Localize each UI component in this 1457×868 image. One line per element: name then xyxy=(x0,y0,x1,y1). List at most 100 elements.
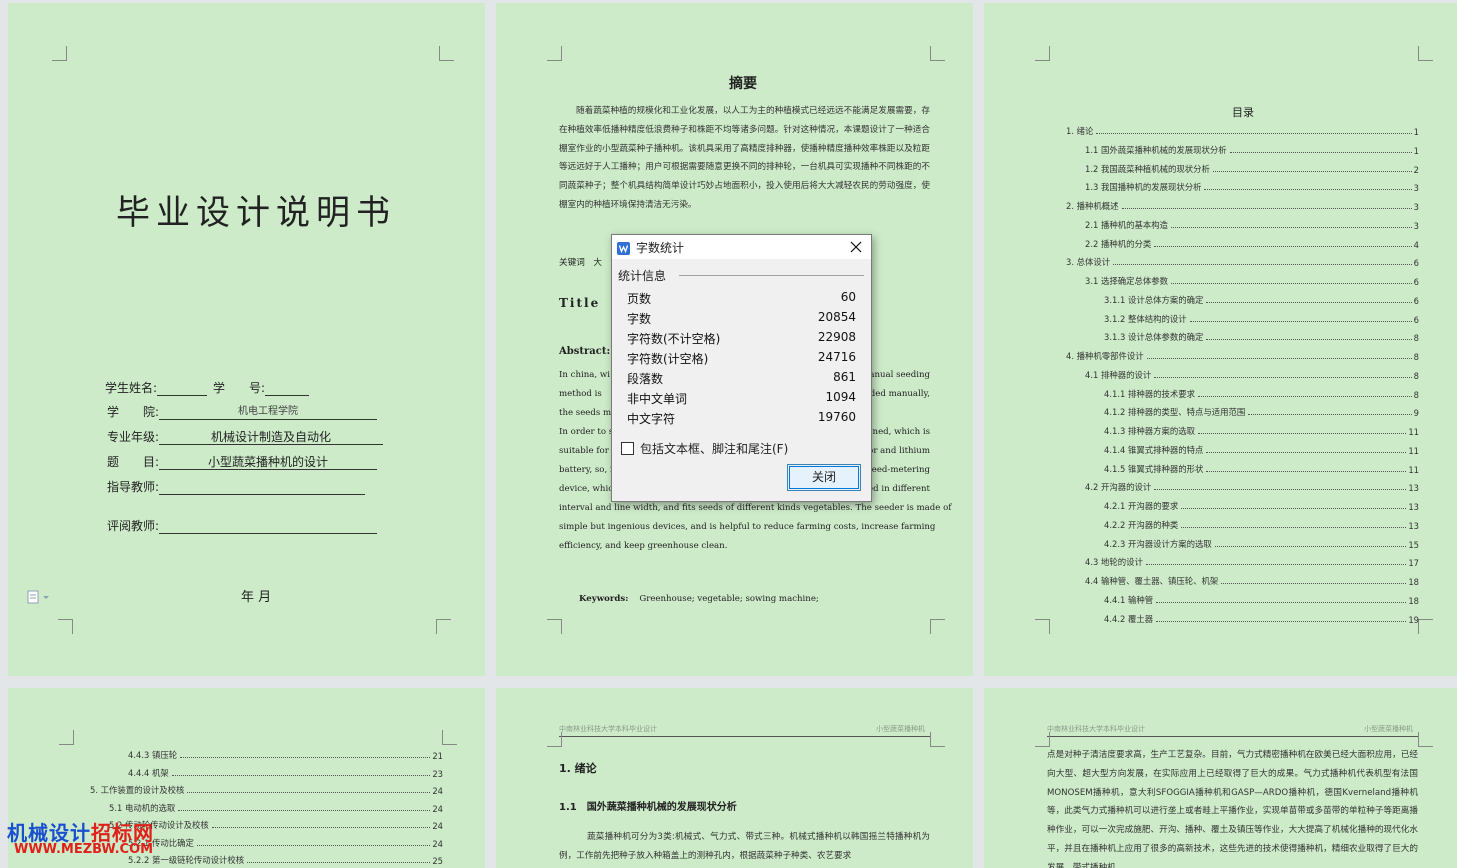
wps-writer-icon xyxy=(617,240,630,255)
toc-entry[interactable]: 4.1.4 锥翼式排种器的特点 11 xyxy=(1104,444,1419,456)
crop-mark xyxy=(436,619,451,634)
toc-entry[interactable]: 3.1.2 整体结构的设计 6 xyxy=(1104,313,1419,325)
toc-heading: 目录 xyxy=(1232,106,1254,119)
toc-entry-title: 4. 播种机零部件设计 xyxy=(1066,351,1144,361)
toc-entry[interactable]: 4.3 地轮的设计 17 xyxy=(1085,556,1419,568)
toc-leader-dots xyxy=(1189,320,1412,322)
crop-mark xyxy=(52,46,67,61)
toc-entry-title: 1.2 我国蔬菜种植机械的现状分析 xyxy=(1085,163,1210,174)
watermark-url: WWW.MEZBW.COM xyxy=(14,842,154,857)
toc-entry[interactable]: 1. 绪论 1 xyxy=(1066,125,1419,137)
abstract-en-line: method is xyxy=(559,389,602,399)
crop-mark xyxy=(547,732,562,747)
crop-mark xyxy=(442,730,457,745)
crop-mark xyxy=(930,732,945,747)
toc-leader-dots xyxy=(1156,601,1407,603)
page-toc: 目录 1. 绪论 1 1.1 国外蔬菜播种机械的发展现状分析 1 1.2 我国蔬菜种植机… xyxy=(984,3,1457,676)
toc-entry[interactable]: 4.2.1 开沟器的要求 13 xyxy=(1104,500,1419,512)
toc-entry[interactable]: 4.1.1 排种器的技术要求 8 xyxy=(1104,388,1419,400)
cover-date: 年 月 xyxy=(241,590,272,605)
toc-leader-dots xyxy=(178,809,431,811)
toc-entry-title: 3.1.3 设计总体参数的确定 xyxy=(1104,332,1204,343)
abstract-en-line: suitable for xyxy=(559,446,609,456)
toc-entry-page: 9 xyxy=(1413,408,1419,419)
include-textboxes-checkbox[interactable] xyxy=(621,442,634,455)
toc-entry-page: 13 xyxy=(1408,502,1419,512)
toc-entry[interactable]: 5. 工作装置的设计及校核 24 xyxy=(90,784,443,796)
toc-entry-title: 2.2 播种机的分类 xyxy=(1085,238,1152,249)
toc-leader-dots xyxy=(1154,376,1412,378)
toc-entry[interactable]: 5.2 传动轮传动设计及校核 24 xyxy=(109,819,443,831)
field-topic: 题 目: 小型蔬菜播种机的设计 xyxy=(107,453,378,470)
toc-entry[interactable]: 4.2.3 开沟器设计方案的选取 15 xyxy=(1104,538,1419,550)
toc-entry-page: 11 xyxy=(1408,427,1419,437)
running-header-left: 中南林业科技大学本科毕业设计 xyxy=(559,725,657,733)
crop-mark xyxy=(1418,732,1433,747)
toc-leader-dots xyxy=(1156,620,1407,622)
toc-entry[interactable]: 3. 总体设计 6 xyxy=(1066,256,1419,268)
abstract-en-line-right: ed in different xyxy=(868,484,930,494)
toc-entry[interactable]: 4.4.3 镇压轮 21 xyxy=(128,749,443,761)
toc-entry[interactable]: 3.1 选择确定总体参数 6 xyxy=(1085,275,1419,287)
toc-entry[interactable]: 4.4.4 机架 23 xyxy=(128,767,443,779)
toc-entry[interactable]: 4.1.5 锥翼式排种器的形状 11 xyxy=(1104,463,1419,475)
toc-entry[interactable]: 5.1 电动机的选取 24 xyxy=(109,802,443,814)
toc-leader-dots xyxy=(1206,470,1407,472)
abstract-en-line: battery, so, it xyxy=(559,465,617,475)
toc-entry-page: 15 xyxy=(1408,539,1419,550)
toc-entry[interactable]: 4.1.3 排种器方案的选取 11 xyxy=(1104,425,1419,437)
close-button[interactable]: 关闭 xyxy=(787,464,861,491)
toc-entry-title: 4.4.3 镇压轮 xyxy=(128,750,178,760)
toc-leader-dots xyxy=(1248,414,1412,416)
crop-mark xyxy=(1418,46,1433,61)
toc-entry[interactable]: 4.4.2 覆土器 19 xyxy=(1104,613,1419,625)
dialog-titlebar[interactable]: 字数统计 xyxy=(612,235,871,259)
toc-leader-dots xyxy=(187,792,431,793)
toc-entry[interactable]: 4.4.1 输种管 18 xyxy=(1104,594,1419,606)
section-divider xyxy=(679,275,864,276)
toc-entry[interactable]: 4.2 开沟器的设计 13 xyxy=(1085,481,1419,493)
toc-leader-dots xyxy=(1221,583,1407,584)
abstract-en-line-right: or and lithium xyxy=(868,446,930,456)
toc-entry[interactable]: 1.2 我国蔬菜种植机械的现状分析 2 xyxy=(1085,163,1419,175)
toc-entry[interactable]: 4.2.2 开沟器的种类 13 xyxy=(1104,519,1419,531)
toc-entry-page: 8 xyxy=(1413,352,1419,362)
toc-entry-page: 1 xyxy=(1413,145,1419,156)
header-rule xyxy=(1047,736,1418,737)
stats-section-label: 统计信息 xyxy=(618,269,667,283)
toc-entry[interactable]: 4. 播种机零部件设计 8 xyxy=(1066,350,1419,362)
page-chapter-1: 中南林业科技大学本科毕业设计 小型蔬菜播种机 1. 绪论 1.1 国外蔬菜播种机… xyxy=(496,688,973,868)
abstract-zh-text: 随着蔬菜种植的规模化和工业化发展，以人工为主的种植模式已经远远不能满足发展需要，… xyxy=(559,106,930,210)
toc-leader-dots xyxy=(1204,189,1412,191)
toc-entry[interactable]: 3.1.3 设计总体参数的确定 8 xyxy=(1104,331,1419,343)
page-continued-text: 中南林业科技大学本科毕业设计 小型蔬菜播种机 点是对种子清洁度要求高，生产工艺复… xyxy=(984,688,1457,868)
toc-leader-dots xyxy=(1206,451,1407,453)
crop-mark xyxy=(1418,619,1433,634)
toc-entry-title: 5. 工作装置的设计及校核 xyxy=(90,785,185,795)
toc-entry[interactable]: 2.1 播种机的基本构造 3 xyxy=(1085,219,1419,231)
close-icon[interactable] xyxy=(848,239,864,255)
toc-leader-dots xyxy=(1170,283,1412,284)
toc-entry[interactable]: 1.1 国外蔬菜播种机械的发展现状分析 1 xyxy=(1085,144,1419,156)
toc-entry[interactable]: 4.4 输种管、覆土器、镇压轮、机架 18 xyxy=(1085,575,1419,587)
abstract-en-line: device, whic xyxy=(559,484,614,494)
toc-entry-title: 2.1 播种机的基本构造 xyxy=(1085,219,1168,230)
include-textboxes-option[interactable]: 包括文本框、脚注和尾注(F) xyxy=(621,440,788,457)
document-icon[interactable] xyxy=(26,589,52,605)
abstract-en-line-right: igned, which is xyxy=(864,427,930,437)
toc-entry[interactable]: 4.1.2 排种器的类型、特点与适用范围 9 xyxy=(1104,406,1419,418)
toc-entry[interactable]: 5.2.2 第一级链轮传动设计校核 25 xyxy=(128,854,443,866)
toc-entry-page: 24 xyxy=(432,803,443,814)
toc-entry[interactable]: 1.3 我国播种机的发展现状分析 3 xyxy=(1085,181,1419,193)
toc-entry[interactable]: 5.2.1 传动比确定 24 xyxy=(128,837,443,849)
toc-entry[interactable]: 2. 播种机概述 3 xyxy=(1066,200,1419,212)
toc-entry[interactable]: 3.1.1 设计总体方案的确定 6 xyxy=(1104,294,1419,306)
keywords-en: Keywords: Greenhouse; vegetable; sowing … xyxy=(579,594,819,604)
stat-chars-no-spaces: 字符数(不计空格) 22908 xyxy=(627,330,856,346)
abstract-en-line-right: eded manually, xyxy=(864,389,930,399)
toc-entry[interactable]: 2.2 播种机的分类 4 xyxy=(1085,238,1419,250)
toc-entry-page: 18 xyxy=(1408,577,1419,587)
toc-entry[interactable]: 4.1 排种器的设计 8 xyxy=(1085,369,1419,381)
toc-entry-page: 6 xyxy=(1413,314,1419,325)
abstract-en-line: In china, wi xyxy=(559,370,610,380)
